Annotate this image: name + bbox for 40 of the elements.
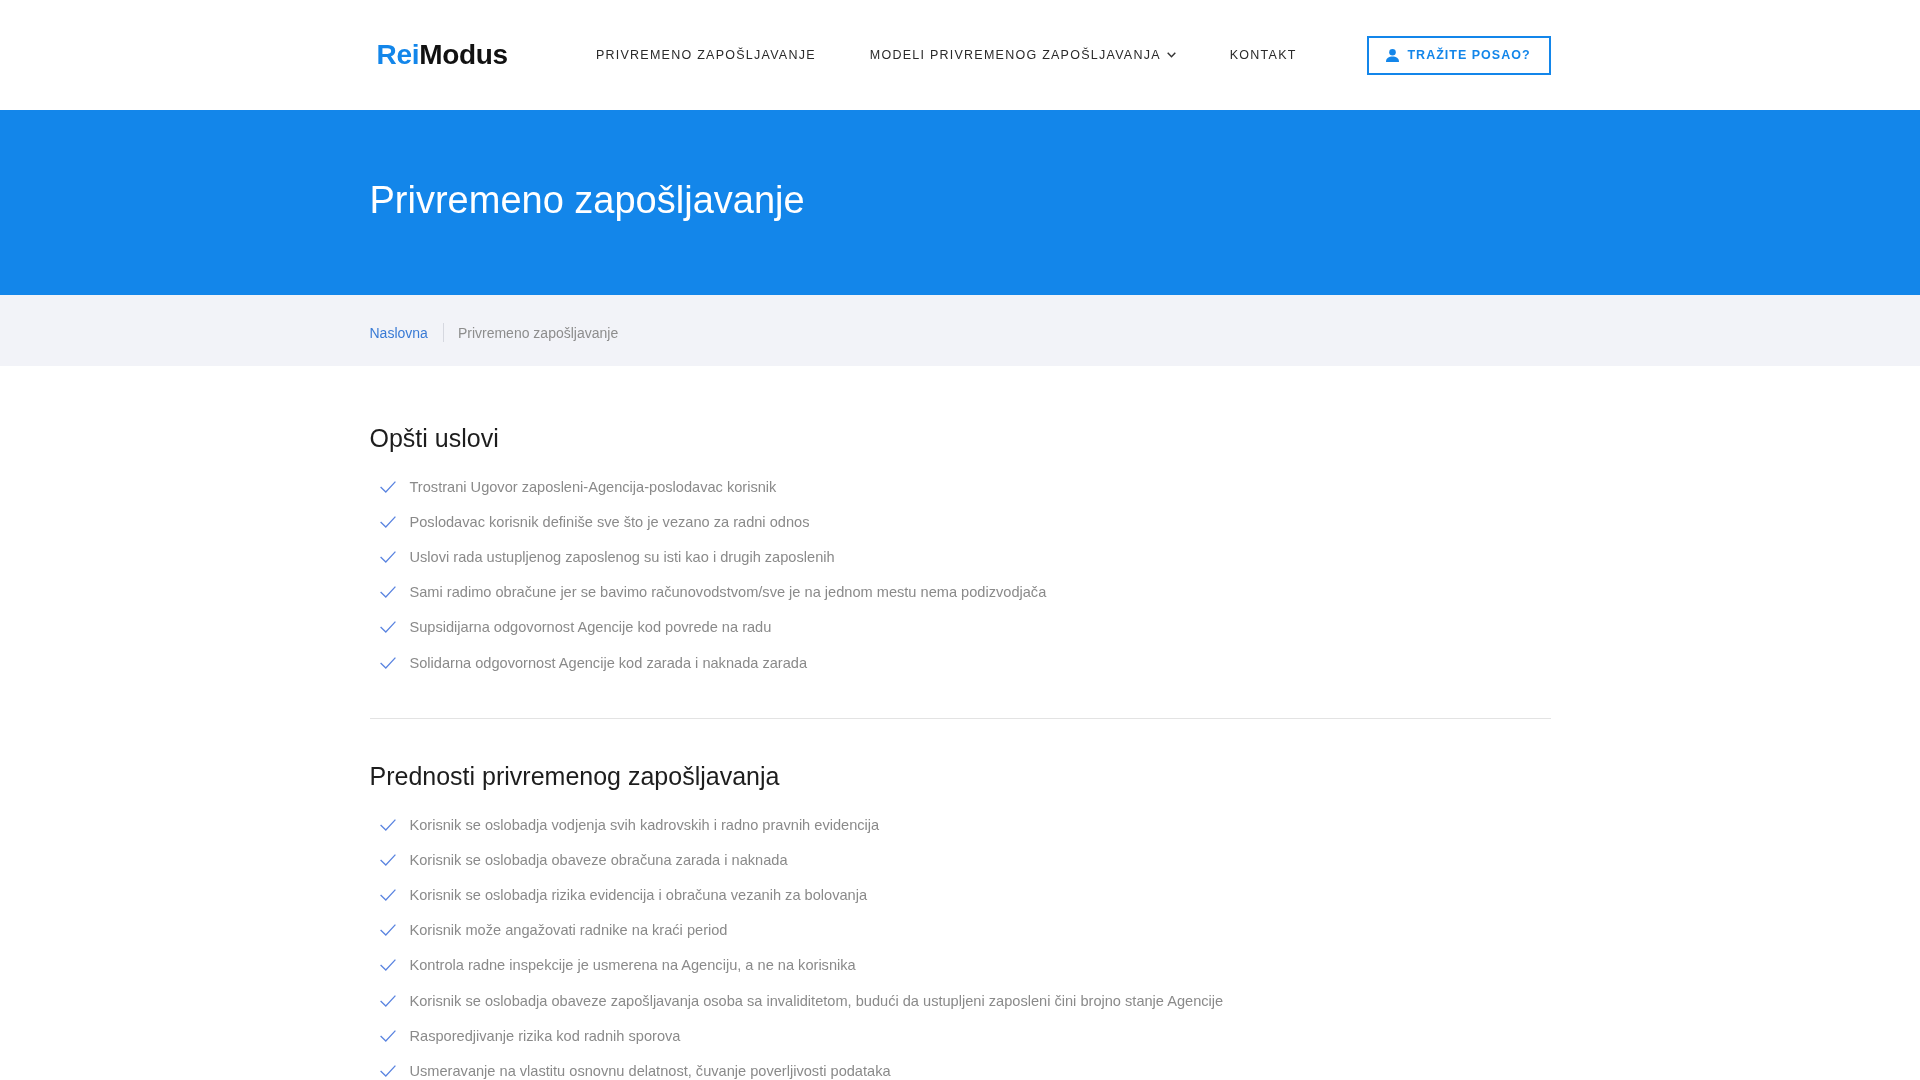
- list-item-text: Korisnik se oslobadja rizika evidencija i obračuna vezanih za bolovanja: [409, 887, 868, 904]
- check-icon: [379, 889, 396, 902]
- check-icon: [379, 959, 396, 972]
- list-item-text: Solidarna odgovornost Agencije kod zarada i naknada zarada: [409, 654, 808, 671]
- section-heading: Prednosti privremenog zapošljavanja: [369, 761, 780, 792]
- check-icon: [379, 656, 396, 669]
- nav-dropdown-link[interactable]: MODELI PRIVREMENOG ZAPOŠLJAVANJA: [869, 46, 1176, 64]
- breadcrumb-link[interactable]: Naslovna: [369, 323, 428, 342]
- job-search-button[interactable]: TRAŽITE POSAO?: [1366, 35, 1551, 75]
- list-item-text: Rasporedjivanje rizika kod radnih sporova: [409, 1027, 681, 1044]
- breadcrumb-current: Privremeno zapošljavanje: [457, 323, 619, 342]
- list-item-text: Usmeravanje na vlastitu osnovnu delatnost, čuvanje poverljivosti podataka: [409, 1063, 891, 1080]
- check-icon: [379, 994, 396, 1007]
- check-icon: [379, 1029, 396, 1042]
- check-icon: [379, 480, 396, 493]
- section-heading: Opšti uslovi: [369, 423, 499, 453]
- caret-icon: [1166, 52, 1176, 58]
- nav-link[interactable]: PRIVREMENO ZAPOŠLJAVANJE: [595, 46, 816, 64]
- nav-link[interactable]: KONTAKT: [1229, 46, 1297, 64]
- logo[interactable]: ReiModus: [376, 38, 508, 72]
- list-item-text: Korisnik može angažovati radnike na kraći period: [409, 922, 728, 939]
- check-icon: [379, 1065, 396, 1078]
- list-item-text: Poslodavac korisnik definiše sve što je vezano za radni odnos: [409, 513, 810, 530]
- check-icon: [379, 818, 396, 831]
- list-item-text: Korisnik se oslobadja obaveze zapošljavanja osoba sa invaliditetom, budući da ustupljeni zaposleni čini brojno stanje Agencije: [409, 992, 1224, 1009]
- list-item-text: Trostrani Ugovor zaposleni-Agencija-poslodavac korisnik: [409, 478, 777, 495]
- check-icon: [379, 853, 396, 866]
- list-item-text: Korisnik se oslobadja obaveze obračuna zarada i naknada: [409, 851, 788, 868]
- page-title: Privremeno zapošljavanje: [369, 178, 805, 223]
- check-icon: [379, 621, 396, 634]
- check-icon: [379, 586, 396, 599]
- list-item-text: Sami radimo obračune jer se bavimo računovodstvom/sve je na jednom mestu nema podizvodjača: [409, 584, 1047, 601]
- list-item-text: Uslovi rada ustupljenog zaposlenog su isti kao i drugih zaposlenih: [409, 548, 835, 565]
- list-item-text: Kontrola radne inspekcije je usmerena na Agenciju, a ne na korisnika: [409, 957, 856, 974]
- check-icon: [379, 515, 396, 528]
- list-item-text: Supsidijarna odgovornost Agencije kod povrede na radu: [409, 619, 772, 636]
- check-icon: [379, 924, 396, 937]
- person-icon: [1386, 48, 1400, 62]
- check-icon: [379, 550, 396, 563]
- list-item-text: Korisnik se oslobadja vodjenja svih kadrovskih i radno pravnih evidencija: [409, 816, 880, 833]
